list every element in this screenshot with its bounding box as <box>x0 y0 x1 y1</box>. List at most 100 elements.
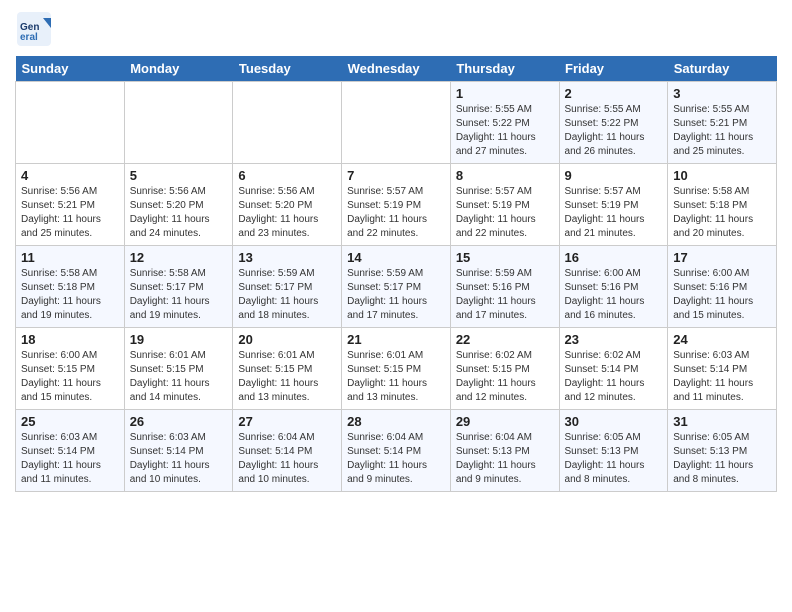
day-content: Sunrise: 6:01 AM Sunset: 5:15 PM Dayligh… <box>347 349 445 405</box>
calendar-week-row: 18 Sunrise: 6:00 AM Sunset: 5:15 PM Dayli… <box>16 328 777 410</box>
calendar-cell <box>342 82 451 164</box>
day-content: Sunrise: 6:04 AM Sunset: 5:14 PM Dayligh… <box>238 431 336 487</box>
day-number: 19 <box>130 332 228 347</box>
day-number: 1 <box>456 86 554 101</box>
calendar-header-row: SundayMondayTuesdayWednesdayThursdayFrid… <box>16 56 777 82</box>
day-number: 24 <box>673 332 771 347</box>
calendar-cell: 29 Sunrise: 6:04 AM Sunset: 5:13 PM Dayli… <box>450 410 559 492</box>
day-content: Sunrise: 5:59 AM Sunset: 5:16 PM Dayligh… <box>456 267 554 323</box>
day-content: Sunrise: 5:57 AM Sunset: 5:19 PM Dayligh… <box>347 185 445 241</box>
day-number: 6 <box>238 168 336 183</box>
day-content: Sunrise: 5:58 AM Sunset: 5:18 PM Dayligh… <box>21 267 119 323</box>
day-number: 18 <box>21 332 119 347</box>
calendar-cell: 22 Sunrise: 6:02 AM Sunset: 5:15 PM Dayli… <box>450 328 559 410</box>
calendar-cell: 8 Sunrise: 5:57 AM Sunset: 5:19 PM Daylig… <box>450 164 559 246</box>
calendar-cell: 25Sunrise: 6:03 AM Sunset: 5:14 PM Dayli… <box>16 410 125 492</box>
calendar-cell: 27Sunrise: 6:04 AM Sunset: 5:14 PM Dayli… <box>233 410 342 492</box>
day-content: Sunrise: 5:59 AM Sunset: 5:17 PM Dayligh… <box>347 267 445 323</box>
day-content: Sunrise: 6:05 AM Sunset: 5:13 PM Dayligh… <box>565 431 663 487</box>
calendar-cell: 10 Sunrise: 5:58 AM Sunset: 5:18 PM Dayli… <box>668 164 777 246</box>
calendar-cell: 13Sunrise: 5:59 AM Sunset: 5:17 PM Dayli… <box>233 246 342 328</box>
day-content: Sunrise: 5:56 AM Sunset: 5:21 PM Dayligh… <box>21 185 119 241</box>
day-number: 12 <box>130 250 228 265</box>
day-content: Sunrise: 5:55 AM Sunset: 5:21 PM Dayligh… <box>673 103 771 159</box>
day-content: Sunrise: 6:02 AM Sunset: 5:14 PM Dayligh… <box>565 349 663 405</box>
day-number: 31 <box>673 414 771 429</box>
day-number: 2 <box>565 86 663 101</box>
calendar-cell: 26 Sunrise: 6:03 AM Sunset: 5:14 PM Dayli… <box>124 410 233 492</box>
calendar-cell: 23Sunrise: 6:02 AM Sunset: 5:14 PM Dayli… <box>559 328 668 410</box>
weekday-header-tuesday: Tuesday <box>233 56 342 82</box>
day-content: Sunrise: 6:04 AM Sunset: 5:14 PM Dayligh… <box>347 431 445 487</box>
calendar-week-row: 4 Sunrise: 5:56 AM Sunset: 5:21 PM Daylig… <box>16 164 777 246</box>
calendar-cell <box>124 82 233 164</box>
day-number: 7 <box>347 168 445 183</box>
header: Gen eral <box>15 10 777 48</box>
calendar-cell <box>233 82 342 164</box>
day-number: 30 <box>565 414 663 429</box>
calendar-cell: 20Sunrise: 6:01 AM Sunset: 5:15 PM Dayli… <box>233 328 342 410</box>
calendar-cell: 14 Sunrise: 5:59 AM Sunset: 5:17 PM Dayli… <box>342 246 451 328</box>
day-number: 10 <box>673 168 771 183</box>
day-number: 29 <box>456 414 554 429</box>
calendar-cell: 17 Sunrise: 6:00 AM Sunset: 5:16 PM Dayli… <box>668 246 777 328</box>
day-content: Sunrise: 5:56 AM Sunset: 5:20 PM Dayligh… <box>130 185 228 241</box>
day-content: Sunrise: 6:00 AM Sunset: 5:16 PM Dayligh… <box>673 267 771 323</box>
day-content: Sunrise: 5:55 AM Sunset: 5:22 PM Dayligh… <box>565 103 663 159</box>
day-number: 15 <box>456 250 554 265</box>
calendar-cell: 30 Sunrise: 6:05 AM Sunset: 5:13 PM Dayli… <box>559 410 668 492</box>
day-number: 22 <box>456 332 554 347</box>
calendar-cell: 2 Sunrise: 5:55 AM Sunset: 5:22 PM Daylig… <box>559 82 668 164</box>
day-content: Sunrise: 5:58 AM Sunset: 5:17 PM Dayligh… <box>130 267 228 323</box>
calendar-cell: 1 Sunrise: 5:55 AM Sunset: 5:22 PM Daylig… <box>450 82 559 164</box>
weekday-header-friday: Friday <box>559 56 668 82</box>
logo: Gen eral <box>15 10 53 48</box>
calendar-cell: 12 Sunrise: 5:58 AM Sunset: 5:17 PM Dayli… <box>124 246 233 328</box>
day-content: Sunrise: 6:05 AM Sunset: 5:13 PM Dayligh… <box>673 431 771 487</box>
day-number: 17 <box>673 250 771 265</box>
day-number: 16 <box>565 250 663 265</box>
calendar-cell: 21Sunrise: 6:01 AM Sunset: 5:15 PM Dayli… <box>342 328 451 410</box>
calendar-cell: 3Sunrise: 5:55 AM Sunset: 5:21 PM Daylig… <box>668 82 777 164</box>
calendar-cell: 9 Sunrise: 5:57 AM Sunset: 5:19 PM Daylig… <box>559 164 668 246</box>
day-number: 26 <box>130 414 228 429</box>
calendar-cell: 24Sunrise: 6:03 AM Sunset: 5:14 PM Dayli… <box>668 328 777 410</box>
calendar-cell: 16 Sunrise: 6:00 AM Sunset: 5:16 PM Dayli… <box>559 246 668 328</box>
day-number: 25 <box>21 414 119 429</box>
weekday-header-monday: Monday <box>124 56 233 82</box>
day-number: 14 <box>347 250 445 265</box>
page-container: Gen eral SundayMondayTuesdayWednesdayThu… <box>0 0 792 502</box>
day-number: 8 <box>456 168 554 183</box>
weekday-header-sunday: Sunday <box>16 56 125 82</box>
day-content: Sunrise: 6:00 AM Sunset: 5:15 PM Dayligh… <box>21 349 119 405</box>
day-number: 28 <box>347 414 445 429</box>
calendar-cell: 28 Sunrise: 6:04 AM Sunset: 5:14 PM Dayli… <box>342 410 451 492</box>
calendar-cell: 18 Sunrise: 6:00 AM Sunset: 5:15 PM Dayli… <box>16 328 125 410</box>
day-number: 11 <box>21 250 119 265</box>
day-number: 4 <box>21 168 119 183</box>
calendar-cell: 31 Sunrise: 6:05 AM Sunset: 5:13 PM Dayli… <box>668 410 777 492</box>
day-content: Sunrise: 5:57 AM Sunset: 5:19 PM Dayligh… <box>565 185 663 241</box>
day-content: Sunrise: 6:03 AM Sunset: 5:14 PM Dayligh… <box>130 431 228 487</box>
logo-icon: Gen eral <box>15 10 53 48</box>
weekday-header-saturday: Saturday <box>668 56 777 82</box>
day-content: Sunrise: 5:55 AM Sunset: 5:22 PM Dayligh… <box>456 103 554 159</box>
day-number: 9 <box>565 168 663 183</box>
calendar-cell: 11 Sunrise: 5:58 AM Sunset: 5:18 PM Dayli… <box>16 246 125 328</box>
calendar-cell: 19 Sunrise: 6:01 AM Sunset: 5:15 PM Dayli… <box>124 328 233 410</box>
weekday-header-thursday: Thursday <box>450 56 559 82</box>
calendar-table: SundayMondayTuesdayWednesdayThursdayFrid… <box>15 56 777 492</box>
day-content: Sunrise: 6:02 AM Sunset: 5:15 PM Dayligh… <box>456 349 554 405</box>
calendar-week-row: 11 Sunrise: 5:58 AM Sunset: 5:18 PM Dayli… <box>16 246 777 328</box>
day-content: Sunrise: 6:01 AM Sunset: 5:15 PM Dayligh… <box>130 349 228 405</box>
day-number: 20 <box>238 332 336 347</box>
day-content: Sunrise: 6:04 AM Sunset: 5:13 PM Dayligh… <box>456 431 554 487</box>
calendar-week-row: 1 Sunrise: 5:55 AM Sunset: 5:22 PM Daylig… <box>16 82 777 164</box>
calendar-cell: 6 Sunrise: 5:56 AM Sunset: 5:20 PM Daylig… <box>233 164 342 246</box>
day-content: Sunrise: 5:58 AM Sunset: 5:18 PM Dayligh… <box>673 185 771 241</box>
day-content: Sunrise: 6:00 AM Sunset: 5:16 PM Dayligh… <box>565 267 663 323</box>
calendar-cell: 7 Sunrise: 5:57 AM Sunset: 5:19 PM Daylig… <box>342 164 451 246</box>
day-content: Sunrise: 5:56 AM Sunset: 5:20 PM Dayligh… <box>238 185 336 241</box>
day-content: Sunrise: 5:57 AM Sunset: 5:19 PM Dayligh… <box>456 185 554 241</box>
calendar-cell: 5Sunrise: 5:56 AM Sunset: 5:20 PM Daylig… <box>124 164 233 246</box>
